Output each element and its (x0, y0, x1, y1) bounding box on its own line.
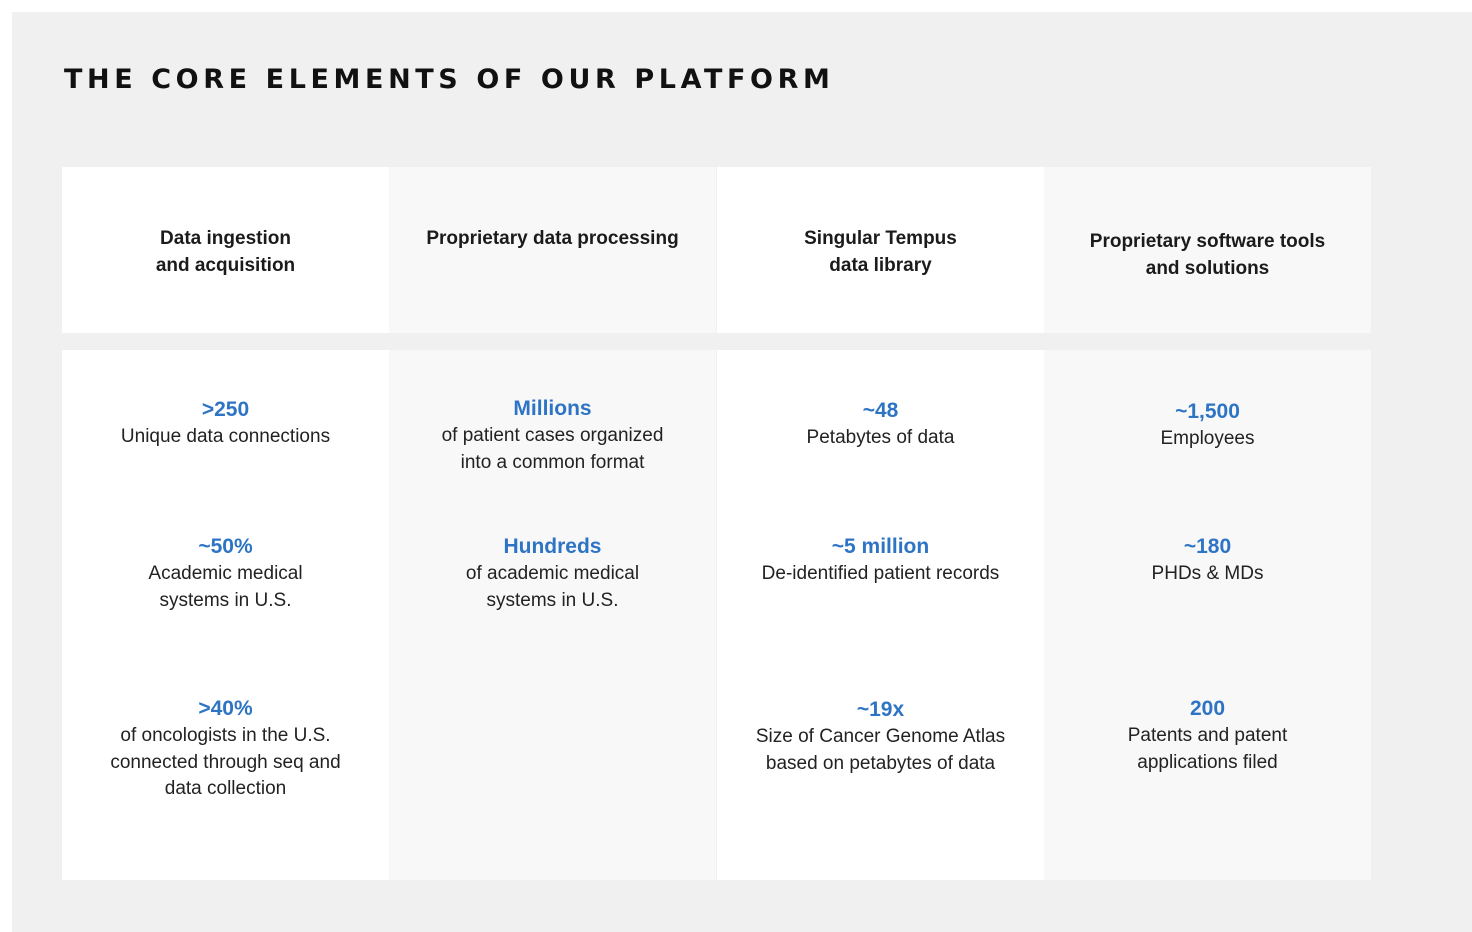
stat-value: ~1,500 (1175, 400, 1240, 423)
stat-item: Hundreds of academic medical systems in … (389, 533, 716, 614)
column-body-data-library: ~48 Petabytes of data ~5 million De-iden… (717, 350, 1044, 880)
column-header-data-library: Singular Tempus data library (717, 167, 1044, 333)
stat-label: Size of Cancer Genome Atlas based on pet… (755, 726, 1006, 774)
stat-label: De-identified patient records (761, 563, 1000, 584)
slide: THE CORE ELEMENTS OF OUR PLATFORM Data i… (12, 12, 1472, 932)
column-heading: Proprietary software tools and solutions (1089, 231, 1326, 279)
stat-item: ~5 million De-identified patient records (717, 533, 1044, 588)
stat-item: ~48 Petabytes of data (717, 397, 1044, 452)
column-heading: Singular Tempus data library (804, 228, 957, 276)
column-header-software-tools: Proprietary software tools and solutions (1044, 167, 1371, 333)
stat-value: >40% (198, 697, 253, 720)
stat-label: PHDs & MDs (1151, 563, 1264, 584)
stat-value: Millions (513, 397, 592, 420)
column-body-software-tools: ~1,500 Employees ~180 PHDs & MDs 200 Pat… (1044, 350, 1371, 880)
stat-label: of academic medical systems in U.S. (465, 563, 640, 611)
stat-item: >250 Unique data connections (62, 396, 389, 451)
column-body-data-ingestion: >250 Unique data connections ~50% Academ… (62, 350, 389, 880)
stat-item: 200 Patents and patent applications file… (1044, 695, 1371, 776)
stat-label: of oncologists in the U.S. connected thr… (110, 725, 341, 799)
stat-label: Petabytes of data (806, 427, 955, 448)
stat-item: Millions of patient cases organized into… (389, 395, 716, 476)
column-heading: Data ingestion and acquisition (155, 228, 296, 276)
stat-label: Patents and patent applications filed (1127, 725, 1288, 773)
stat-value: >250 (201, 398, 250, 421)
stat-label: Unique data connections (120, 426, 331, 447)
stat-value: Hundreds (503, 535, 602, 558)
column-heading: Proprietary data processing (426, 228, 679, 249)
stat-value: 200 (1189, 697, 1226, 720)
stat-item: ~180 PHDs & MDs (1044, 533, 1371, 588)
stat-value: ~180 (1183, 535, 1232, 558)
stat-value: ~50% (198, 535, 253, 558)
stat-value: ~5 million (831, 535, 930, 558)
column-body-data-processing: Millions of patient cases organized into… (389, 350, 716, 880)
column-header-data-ingestion: Data ingestion and acquisition (62, 167, 389, 333)
stat-item: ~19x Size of Cancer Genome Atlas based o… (717, 696, 1044, 777)
stat-label: Academic medical systems in U.S. (148, 563, 303, 611)
stat-item: ~50% Academic medical systems in U.S. (62, 533, 389, 614)
column-header-data-processing: Proprietary data processing (389, 167, 716, 333)
page-title: THE CORE ELEMENTS OF OUR PLATFORM (64, 64, 835, 95)
stat-value: ~48 (862, 399, 899, 422)
stat-item: >40% of oncologists in the U.S. connecte… (62, 695, 389, 803)
stat-item: ~1,500 Employees (1044, 398, 1371, 453)
stat-label: Employees (1160, 428, 1255, 449)
stat-value: ~19x (856, 698, 905, 721)
stat-label: of patient cases organized into a common… (441, 425, 664, 473)
